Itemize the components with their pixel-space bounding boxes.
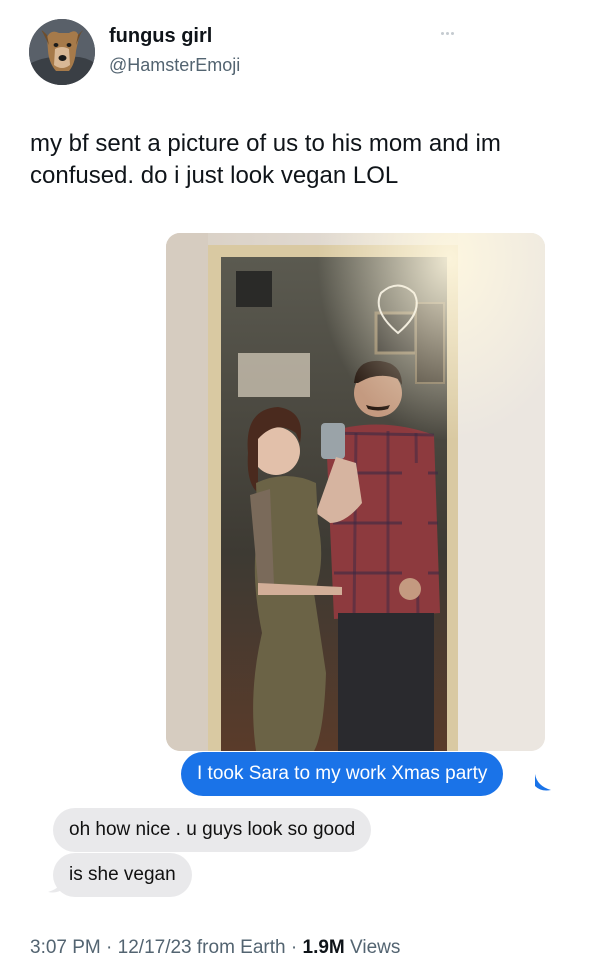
- views-count: 1.9M: [302, 937, 345, 958]
- dog-avatar-icon: [29, 19, 95, 85]
- author-handle[interactable]: @HamsterEmoji: [109, 55, 240, 76]
- tweet-source: from Earth: [196, 937, 286, 958]
- more-options-icon[interactable]: [441, 32, 455, 35]
- views-label: Views: [350, 937, 401, 958]
- separator-dot: ·: [106, 937, 118, 958]
- message-bubble-received: is she vegan: [53, 853, 192, 897]
- message-bubble-sent: I took Sara to my work Xmas party: [181, 752, 504, 796]
- tweet-time[interactable]: 3:07 PM: [30, 937, 101, 958]
- bubble-tail-icon: [48, 876, 64, 893]
- separator-dot: ·: [290, 937, 303, 958]
- author-name[interactable]: fungus girl: [109, 25, 212, 48]
- tweet-metadata: 3:07 PM · 12/17/23 from Earth · 1.9M Vie…: [30, 937, 400, 959]
- message-bubble-received: oh how nice . u guys look so good: [53, 808, 372, 852]
- bubble-tail-icon: [535, 774, 551, 791]
- tweet-photo[interactable]: [166, 233, 545, 751]
- mirror-selfie-photo-icon: [166, 233, 545, 751]
- tweet-date[interactable]: 12/17/23: [118, 937, 192, 958]
- tweet-text: my bf sent a picture of us to his mom an…: [30, 130, 501, 189]
- author-avatar[interactable]: [29, 19, 95, 85]
